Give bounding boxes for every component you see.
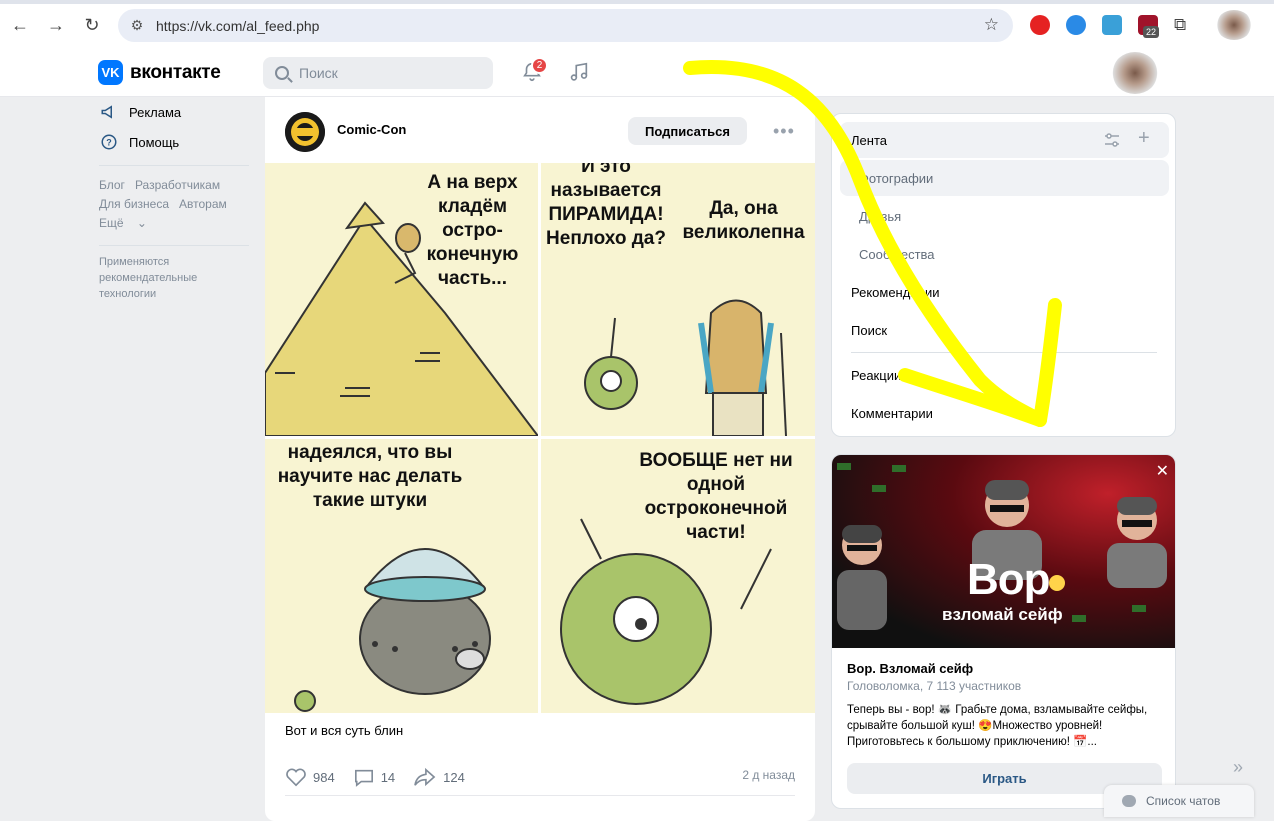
link-authors[interactable]: Авторам	[179, 197, 227, 211]
ad-app-name[interactable]: Вор. Взломай сейф	[847, 661, 973, 676]
more-options-icon[interactable]: •••	[773, 121, 795, 142]
ad-block: Вор взломай сейф ✕ Вор. Взломай сейф Гол…	[831, 454, 1176, 809]
menu-item-label: Помощь	[129, 134, 180, 150]
vk-logo-text[interactable]: вконтакте	[130, 62, 221, 84]
feed-tab-reactions[interactable]: Реакции	[851, 368, 901, 383]
comic-panel-4: ВООБЩЕ нет ни одной остроконечной части!	[541, 439, 815, 713]
music-icon[interactable]	[568, 60, 590, 84]
add-feed-icon[interactable]: +	[1138, 127, 1150, 150]
left-menu: Реклама ? Помощь Блог Разработчикам Для б…	[99, 97, 249, 302]
site-settings-icon[interactable]: ⚙	[128, 17, 146, 35]
svg-text:?: ?	[106, 137, 112, 147]
comic-caption: Да, она великолепна	[682, 198, 805, 243]
extension-badge: 22	[1143, 26, 1160, 38]
feed-tab-label[interactable]: Лента	[851, 133, 887, 148]
feed-tab-recommendations[interactable]: Рекомендации	[851, 285, 940, 300]
profile-avatar[interactable]	[1216, 10, 1252, 40]
browser-toolbar: ← → ↻ ⚙ https://vk.com/al_feed.php ☆ 22 …	[0, 0, 1274, 50]
link-business[interactable]: Для бизнеса	[99, 197, 169, 211]
feed-post: Comic-Con Подписаться ••• А на верх клад…	[265, 97, 815, 821]
menu-divider	[99, 165, 249, 166]
like-count: 984	[313, 769, 335, 785]
comic-panel-2: И это называется ПИРАМИДА! Неплохо да? Д…	[541, 163, 815, 436]
extension-vpn-icon[interactable]	[1066, 15, 1086, 35]
search-input[interactable]: Поиск	[263, 57, 493, 89]
feed-tab-comments[interactable]: Комментарии	[851, 406, 933, 421]
comment-button[interactable]: 14	[353, 767, 395, 787]
footer-links: Блог Разработчикам Для бизнеса Авторам Ещё…	[99, 176, 249, 233]
vk-header: VK вконтакте Поиск 2	[0, 50, 1274, 97]
comment-count: 14	[380, 769, 396, 785]
url-text[interactable]: https://vk.com/al_feed.php	[156, 18, 319, 34]
share-count: 124	[443, 769, 465, 785]
link-blog[interactable]: Блог	[99, 178, 125, 192]
share-button[interactable]: 124	[413, 767, 465, 787]
extension-adblock-icon[interactable]	[1030, 15, 1050, 35]
feed-tab-search[interactable]: Поиск	[851, 323, 887, 338]
post-divider	[285, 795, 795, 796]
extension-printer-icon[interactable]	[1102, 15, 1122, 35]
comic-panel-3: надеялся, что вы научите нас делать таки…	[265, 439, 538, 713]
recommendation-note[interactable]: Применяются рекомендательные технологии	[99, 254, 249, 302]
author-avatar[interactable]	[285, 112, 325, 152]
megaphone-icon	[99, 102, 119, 122]
reload-icon[interactable]: ↻	[78, 11, 106, 39]
comic-caption: ВООБЩЕ нет ни одной остроконечной части!	[639, 450, 793, 543]
author-name[interactable]: Comic-Con	[337, 122, 406, 137]
ad-banner-subtitle: взломай сейф	[942, 605, 1063, 624]
link-developers[interactable]: Разработчикам	[135, 178, 220, 192]
feed-subtab-communities[interactable]: Сообщества	[859, 247, 935, 262]
filter-settings-icon[interactable]	[1104, 133, 1120, 147]
feed-filter-menu: Лента + Фотографии Друзья Сообщества Рек…	[831, 113, 1176, 437]
ad-banner[interactable]: Вор взломай сейф ✕	[832, 455, 1175, 648]
like-button[interactable]: 984	[285, 767, 335, 787]
comment-icon	[354, 769, 373, 787]
menu-item-label: Реклама	[129, 104, 182, 120]
ad-banner-title: Вор	[967, 555, 1051, 604]
header-decoration	[1112, 52, 1158, 94]
post-time[interactable]: 2 д назад	[742, 768, 795, 782]
menu-item-ads[interactable]: Реклама	[99, 97, 249, 127]
post-text: Вот и вся суть блин	[285, 723, 404, 738]
address-bar[interactable]: ⚙ https://vk.com/al_feed.php ☆	[118, 9, 1013, 42]
menu-divider	[99, 245, 249, 246]
notifications-badge: 2	[531, 57, 548, 74]
search-placeholder: Поиск	[299, 65, 338, 81]
chat-list-label: Список чатов	[1146, 794, 1221, 808]
ad-app-meta: Головоломка, 7 113 участников	[847, 679, 1022, 693]
forward-icon[interactable]: →	[42, 11, 70, 39]
back-icon[interactable]: ←	[6, 11, 34, 39]
help-icon: ?	[99, 132, 119, 152]
feed-subtab-friends[interactable]: Друзья	[859, 209, 901, 224]
heart-icon	[286, 768, 306, 787]
vk-logo-icon[interactable]: VK	[98, 60, 123, 85]
comic-caption: А на верх кладём остро-конечную часть...	[426, 172, 519, 289]
collapse-icon[interactable]: »	[1233, 757, 1243, 778]
close-icon[interactable]: ✕	[1156, 461, 1169, 481]
share-icon	[414, 767, 436, 787]
comic-caption: И это называется ПИРАМИДА! Неплохо да?	[546, 163, 666, 249]
comic-caption: надеялся, что вы научите нас делать таки…	[277, 442, 463, 511]
chat-list-button[interactable]: Список чатов	[1104, 785, 1254, 817]
tab-strip-edge	[0, 0, 1274, 4]
subscribe-button[interactable]: Подписаться	[628, 117, 747, 145]
post-actions: 984 14 124	[285, 765, 795, 789]
chat-icon	[1122, 795, 1136, 807]
filter-divider	[851, 352, 1157, 353]
link-more[interactable]: Ещё ⌄	[99, 216, 147, 230]
extensions-puzzle-icon[interactable]: ⧉	[1174, 15, 1194, 35]
search-icon	[275, 66, 289, 80]
comic-image[interactable]: А на верх кладём остро-конечную часть...…	[265, 163, 815, 713]
menu-item-help[interactable]: ? Помощь	[99, 127, 249, 157]
bookmark-star-icon[interactable]: ☆	[984, 15, 999, 35]
ad-description: Теперь вы - вор! 🦝 Грабьте дома, взламыв…	[847, 704, 1148, 748]
feed-subtab-photos[interactable]: Фотографии	[859, 171, 933, 186]
comic-panel-1: А на верх кладём остро-конечную часть...	[265, 163, 538, 436]
